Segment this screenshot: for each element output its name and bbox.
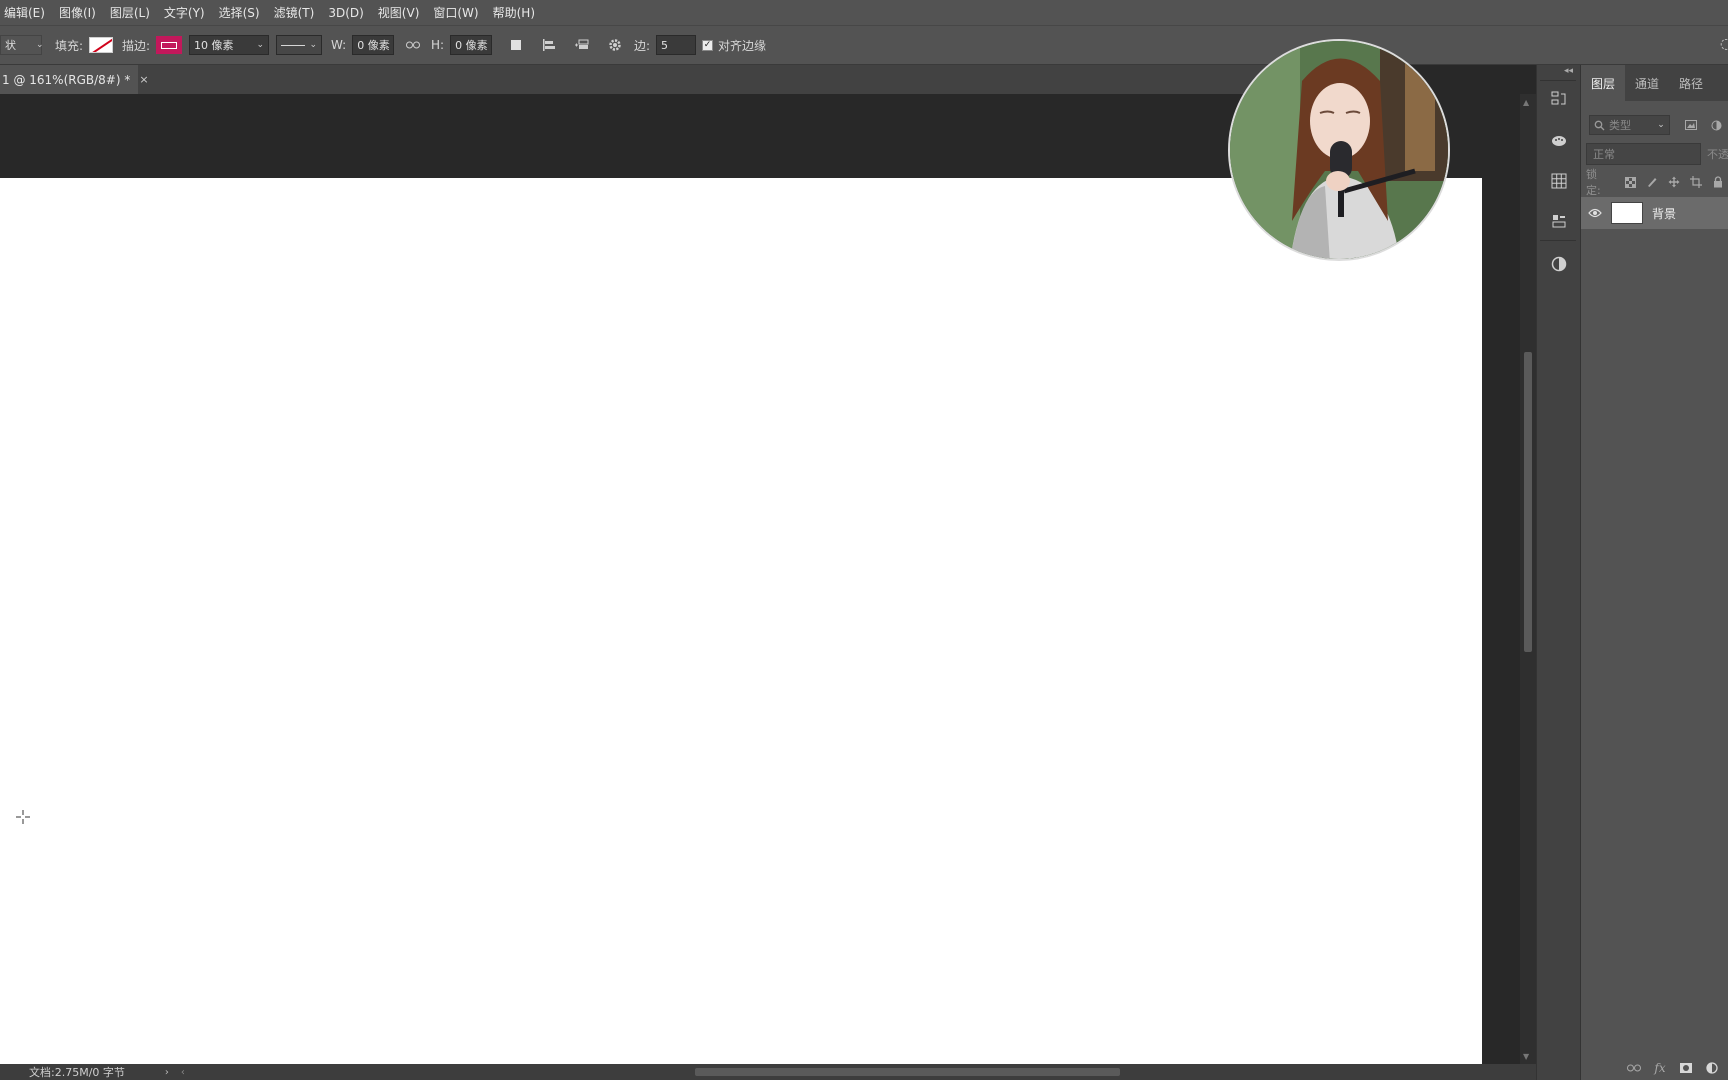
lock-pixels-icon[interactable] — [1641, 174, 1663, 190]
tab-channels[interactable]: 通道 — [1625, 65, 1669, 101]
stroke-style-dropdown[interactable]: ⌄ — [276, 35, 322, 55]
tab-layers[interactable]: 图层 — [1581, 65, 1625, 101]
link-icon[interactable] — [403, 35, 423, 55]
stroke-width-field[interactable]: 10 像素 ⌄ — [189, 35, 269, 55]
blend-row: 正常 不透 — [1586, 143, 1728, 165]
menu-type[interactable]: 文字(Y) — [164, 4, 205, 21]
link-icon[interactable] — [1621, 1060, 1647, 1076]
document-tab-bar: 1 @ 161%(RGB/8#) * × — [0, 65, 1383, 94]
align-edges-label: 对齐边缘 — [718, 38, 767, 53]
status-menu-arrow-icon[interactable]: › — [165, 1067, 169, 1078]
history-icon[interactable] — [1548, 88, 1570, 110]
adjustment-icon[interactable] — [1699, 1060, 1725, 1076]
vertical-scroll-thumb[interactable] — [1524, 352, 1532, 652]
menu-window[interactable]: 窗口(W) — [433, 4, 478, 21]
stroke-swatch[interactable] — [156, 36, 183, 54]
height-label: H: — [431, 38, 445, 52]
menu-view[interactable]: 视图(V) — [378, 4, 420, 21]
layer-thumbnail — [1611, 202, 1643, 224]
menu-bar: 编辑(E) 图像(I) 图层(L) 文字(Y) 选择(S) 滤镜(T) 3D(D… — [0, 0, 1728, 25]
layers-panel: 图层 通道 路径 类型 ⌄ 正常 不透 锁定: 背景 fx — [1580, 65, 1728, 1080]
lock-row: 锁定: — [1586, 168, 1728, 197]
horizontal-scroll-thumb[interactable] — [695, 1068, 1120, 1076]
menu-filter[interactable]: 滤镜(T) — [274, 4, 315, 21]
close-icon[interactable]: × — [139, 73, 148, 86]
options-bar: 状 ⌄ 填充: 描边: 10 像素 ⌄ ⌄ W: 0 像素 H: 0 像素 边:… — [0, 25, 1728, 65]
document-info: 文档:2.75M/0 字节 — [29, 1066, 125, 1079]
scroll-left-icon[interactable]: ‹ — [181, 1067, 185, 1078]
layer-name: 背景 — [1652, 206, 1677, 221]
path-alignment-icon[interactable] — [539, 35, 559, 55]
chevron-down-icon: ⌄ — [256, 40, 264, 50]
layer-filter-label: 类型 — [1609, 119, 1631, 132]
grid-icon[interactable] — [1548, 170, 1570, 192]
eye-icon[interactable] — [1581, 208, 1609, 218]
stroke-label: 描边: — [122, 38, 151, 53]
menu-layer[interactable]: 图层(L) — [110, 4, 150, 21]
scroll-up-icon[interactable]: ▲ — [1523, 98, 1529, 107]
panel-tabs: 图层 通道 路径 — [1581, 65, 1728, 101]
layer-filter-dropdown[interactable]: 类型 ⌄ — [1589, 115, 1670, 135]
tab-paths[interactable]: 路径 — [1669, 65, 1713, 101]
menu-edit[interactable]: 编辑(E) — [4, 4, 45, 21]
menu-select[interactable]: 选择(S) — [219, 4, 260, 21]
layer-filter-row: 类型 ⌄ — [1589, 115, 1728, 135]
opacity-label: 不透 — [1707, 148, 1728, 161]
lock-artboard-icon[interactable] — [1685, 174, 1707, 190]
webcam-video — [1230, 41, 1448, 259]
align-edges-checkbox[interactable]: ✓ — [702, 39, 713, 51]
document-canvas[interactable] — [0, 178, 1482, 1064]
chevron-down-icon: ⌄ — [1657, 120, 1665, 130]
lock-all-icon[interactable] — [1707, 174, 1728, 190]
menu-3d[interactable]: 3D(D) — [328, 6, 363, 20]
layer-row[interactable]: 背景 — [1581, 197, 1728, 229]
shape-mode-dropdown[interactable]: 状 ⌄ — [0, 26, 44, 64]
status-bar: 文档:2.75M/0 字节 › ‹ — [0, 1064, 1536, 1080]
adjustments-icon[interactable] — [1548, 253, 1570, 275]
fill-swatch[interactable] — [89, 37, 114, 53]
dock-divider — [1540, 240, 1576, 241]
blend-mode-dropdown[interactable]: 正常 — [1586, 143, 1701, 165]
search-icon — [1594, 120, 1605, 130]
gear-icon[interactable] — [605, 35, 625, 55]
chevron-down-icon: ⌄ — [309, 40, 317, 50]
path-operations-icon[interactable] — [506, 35, 526, 55]
search-icon[interactable]: ◌ — [1720, 36, 1728, 52]
crosshair-cursor-icon — [16, 810, 30, 824]
webcam-overlay — [1228, 39, 1450, 261]
chevron-down-icon: ⌄ — [36, 40, 44, 50]
menu-help[interactable]: 帮助(H) — [493, 4, 535, 21]
sides-label: 边: — [634, 38, 651, 53]
scroll-down-icon[interactable]: ▼ — [1523, 1052, 1529, 1061]
dock-divider — [1540, 80, 1576, 81]
height-field[interactable]: 0 像素 — [450, 35, 493, 55]
mask-icon[interactable] — [1673, 1060, 1699, 1076]
sides-field[interactable]: 5 — [656, 35, 697, 55]
document-tab[interactable]: 1 @ 161%(RGB/8#) * × — [0, 65, 149, 94]
vertical-scrollbar[interactable]: ▲ ▼ — [1520, 94, 1536, 1064]
fill-label: 填充: — [55, 38, 84, 53]
fx-icon[interactable]: fx — [1647, 1060, 1673, 1076]
brush-settings-icon[interactable] — [1548, 129, 1570, 151]
menu-image[interactable]: 图像(I) — [59, 4, 96, 21]
width-label: W: — [331, 38, 347, 52]
properties-icon[interactable] — [1548, 210, 1570, 232]
path-arrangement-icon[interactable] — [572, 35, 592, 55]
layers-panel-footer: fx — [1581, 1055, 1728, 1080]
document-tab-label: 1 @ 161%(RGB/8#) * — [2, 72, 131, 87]
filter-image-icon[interactable] — [1678, 117, 1704, 133]
lock-transparency-icon[interactable] — [1620, 174, 1642, 190]
width-field[interactable]: 0 像素 — [352, 35, 395, 55]
lock-position-icon[interactable] — [1663, 174, 1685, 190]
lock-label: 锁定: — [1586, 168, 1601, 197]
collapse-panels-icon[interactable]: ◂◂ — [1564, 66, 1573, 76]
filter-adjustment-icon[interactable] — [1703, 117, 1728, 133]
